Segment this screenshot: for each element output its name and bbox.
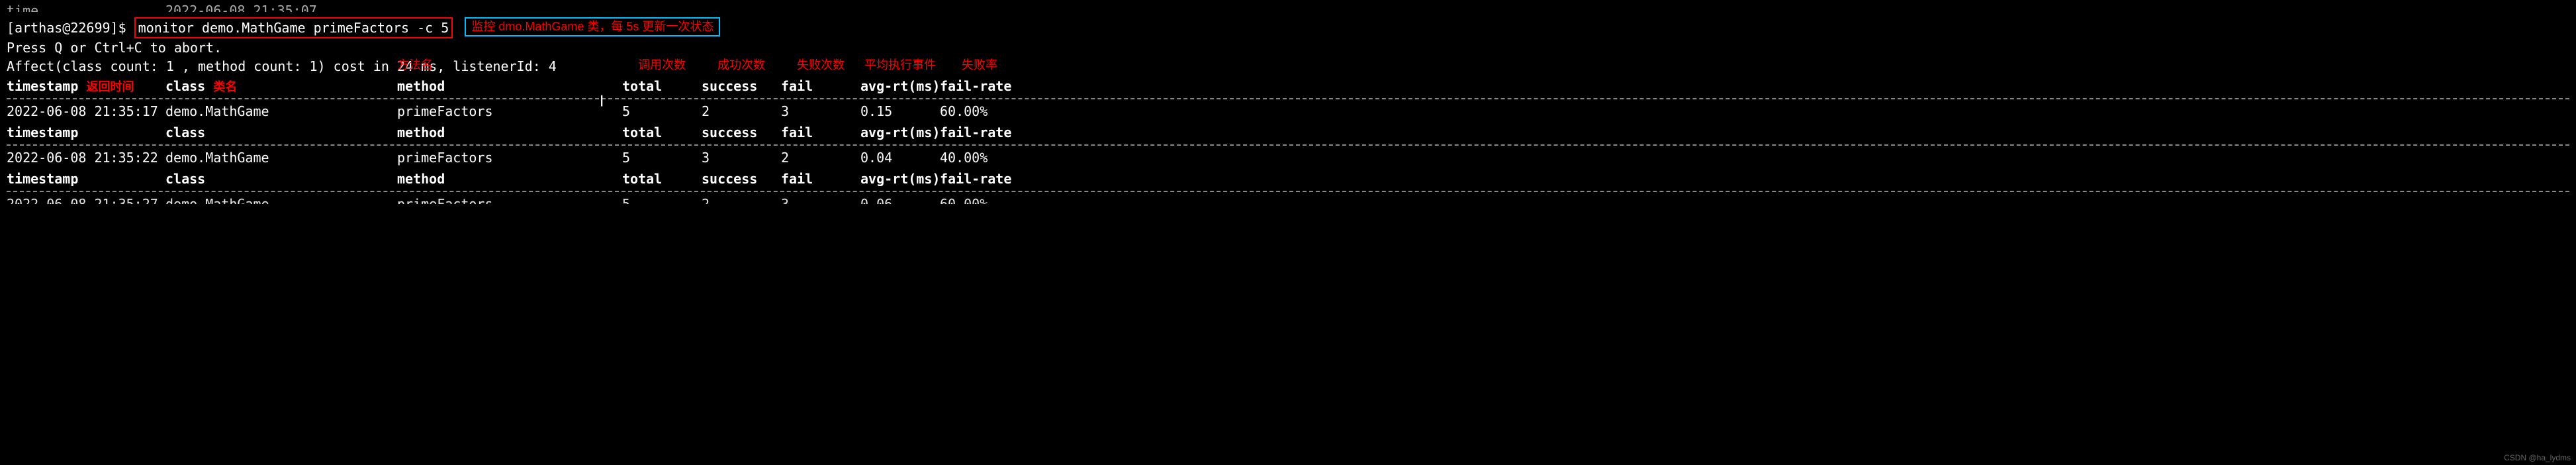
- col-total: total: [622, 77, 702, 95]
- table-header: timestamp class method total success fai…: [7, 168, 2569, 189]
- prev-output-cutoff: time 2022-06-08 21:35:07: [7, 0, 2569, 12]
- watermark: CSDN @ha_lydms: [2504, 452, 2571, 464]
- table-header: timestamp class method total success fai…: [7, 122, 2569, 143]
- table-row: 2022-06-08 21:35:17 demo.MathGame primeF…: [7, 101, 2569, 122]
- monitor-command: monitor demo.MathGame primeFactors -c 5: [134, 17, 453, 38]
- separator: [7, 98, 2569, 99]
- table-header: timestamp 返回时间 class 类名 method total suc…: [7, 76, 2569, 97]
- cursor-tick-icon: ┃: [599, 95, 604, 109]
- header-annotations: 方法名 调用次数 成功次数 失败次数 平均执行事件 失败率: [7, 57, 2569, 74]
- anno-timestamp: 返回时间: [86, 80, 134, 93]
- anno-total: 调用次数: [622, 57, 702, 74]
- separator: [7, 144, 2569, 146]
- monitor-table: timestamp 返回时间 class 类名 method total suc…: [7, 76, 2569, 204]
- command-annotation: 监控 dmo.MathGame 类，每 5s 更新一次状态: [465, 17, 720, 36]
- anno-fail: 失败次数: [781, 57, 860, 74]
- shell-prompt: [arthas@22699]$: [7, 20, 126, 36]
- anno-avg-rt: 平均执行事件: [860, 57, 940, 74]
- table-row: 2022-06-08 21:35:22 demo.MathGame primeF…: [7, 147, 2569, 168]
- anno-class: 类名: [213, 80, 237, 93]
- anno-method: 方法名: [397, 57, 622, 74]
- col-success: success: [702, 77, 781, 95]
- col-fail-rate: fail-rate: [940, 77, 1019, 95]
- col-class: class 类名: [165, 77, 397, 95]
- col-avg-rt: avg-rt(ms): [860, 77, 940, 95]
- col-fail: fail: [781, 77, 860, 95]
- col-timestamp: timestamp 返回时间: [7, 77, 165, 95]
- col-method: method: [397, 77, 622, 95]
- command-line[interactable]: [arthas@22699]$ monitor demo.MathGame pr…: [7, 17, 2569, 38]
- anno-fail-rate: 失败率: [940, 57, 1019, 74]
- abort-hint: Press Q or Ctrl+C to abort.: [7, 38, 2569, 57]
- table-row: 2022-06-08 21:35:27 demo.MathGame primeF…: [7, 193, 2569, 204]
- anno-success: 成功次数: [702, 57, 781, 74]
- separator: [7, 191, 2569, 192]
